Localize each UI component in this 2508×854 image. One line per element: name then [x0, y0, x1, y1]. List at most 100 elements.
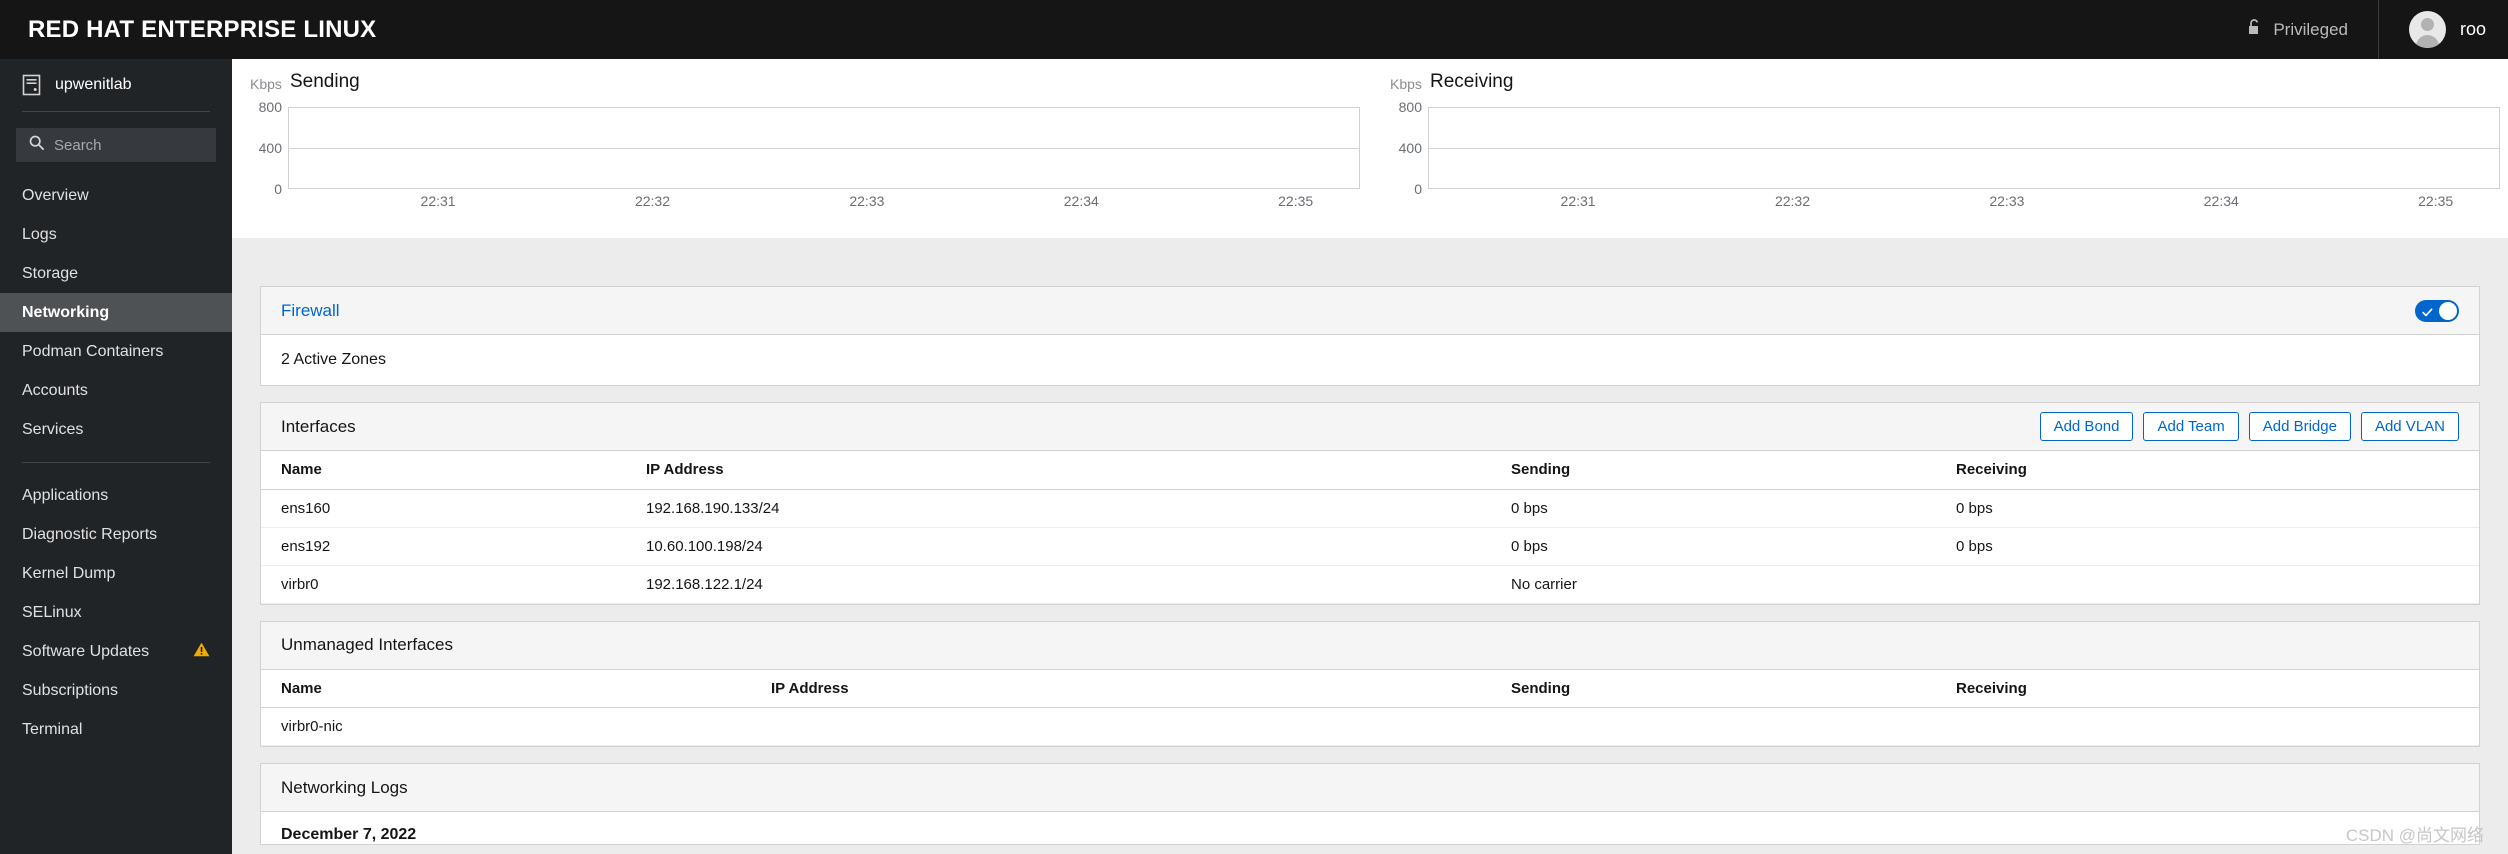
user-name-label: roo — [2459, 19, 2486, 39]
chart-title: Receiving — [1430, 71, 1514, 92]
column-header-ip: IP Address — [626, 451, 1491, 490]
x-tick-label: 22:32 — [1774, 193, 1810, 209]
interface-ip — [751, 707, 1491, 746]
sidebar-item-label: Terminal — [22, 720, 83, 738]
networking-logs-card: Networking Logs December 7, 2022 — [260, 763, 2480, 845]
y-tick-label: 400 — [1398, 140, 1422, 156]
firewall-toggle[interactable] — [2415, 299, 2459, 322]
sidebar-item-overview[interactable]: Overview — [0, 176, 232, 215]
y-tick-label: 0 — [1414, 181, 1422, 197]
unmanaged-card-header: Unmanaged Interfaces — [261, 621, 2479, 670]
networking-logs-title: Networking Logs — [281, 777, 408, 797]
host-name-label: upwenitlab — [55, 76, 132, 93]
interface-name: virbr0-nic — [261, 707, 751, 746]
table-row[interactable]: virbr0 192.168.122.1/24 No carrier — [261, 565, 2479, 604]
interface-sending — [1491, 707, 1936, 746]
chart-gridline — [1429, 148, 2499, 149]
sidebar-item-label: Subscriptions — [22, 681, 119, 699]
interface-name: ens160 — [261, 489, 626, 528]
sidebar-item-label: Kernel Dump — [22, 564, 116, 582]
main-content: Kbps Sending 800 400 0 22:31 22:32 22:33… — [232, 59, 2508, 854]
column-header-receiving: Receiving — [1936, 451, 2479, 490]
interface-receiving: 0 bps — [1936, 527, 2479, 566]
unlock-icon — [2247, 18, 2262, 41]
add-bridge-button[interactable]: Add Bridge — [2248, 412, 2351, 441]
sidebar-item-podman-containers[interactable]: Podman Containers — [0, 332, 232, 371]
add-team-button[interactable]: Add Team — [2143, 412, 2239, 441]
table-header-row: Name IP Address Sending Receiving — [261, 451, 2479, 490]
firewall-status: 2 Active Zones — [281, 351, 386, 368]
table-row[interactable]: virbr0-nic — [261, 707, 2479, 746]
firewall-card-header: Firewall — [261, 287, 2479, 335]
table-row[interactable]: ens160 192.168.190.133/24 0 bps 0 bps — [261, 489, 2479, 528]
y-tick-label: 800 — [1398, 99, 1422, 115]
sidebar-item-subscriptions[interactable]: Subscriptions — [0, 671, 232, 710]
sidebar-item-kernel-dump[interactable]: Kernel Dump — [0, 554, 232, 593]
sidebar-item-label: Networking — [22, 303, 110, 321]
log-entry-date: December 7, 2022 — [281, 826, 417, 843]
x-tick-label: 22:35 — [1278, 193, 1314, 209]
search-box[interactable] — [16, 128, 216, 162]
chart-title: Sending — [290, 71, 360, 92]
chart-y-axis: 800 400 0 — [232, 99, 282, 197]
interface-ip: 192.168.122.1/24 — [626, 565, 1491, 604]
nav-group-primary: Overview Logs Storage Networking Podman … — [0, 176, 232, 449]
user-menu[interactable]: roo — [2379, 0, 2508, 59]
sidebar-item-diagnostic-reports[interactable]: Diagnostic Reports — [0, 515, 232, 554]
sidebar-item-applications[interactable]: Applications — [0, 476, 232, 515]
interface-ip: 10.60.100.198/24 — [626, 527, 1491, 566]
x-tick-label: 22:33 — [1989, 193, 2025, 209]
x-tick-label: 22:31 — [1560, 193, 1596, 209]
host-selector[interactable]: upwenitlab — [0, 59, 232, 111]
interfaces-card-header: Interfaces Add Bond Add Team Add Bridge … — [261, 403, 2479, 451]
interface-receiving: 0 bps — [1936, 489, 2479, 528]
table-row[interactable]: ens192 10.60.100.198/24 0 bps 0 bps — [261, 527, 2479, 566]
sidebar-item-services[interactable]: Services — [0, 410, 232, 449]
sidebar-item-logs[interactable]: Logs — [0, 215, 232, 254]
interface-receiving — [1936, 707, 2479, 746]
check-icon — [2422, 305, 2433, 316]
interfaces-actions: Add Bond Add Team Add Bridge Add VLAN — [2039, 412, 2459, 441]
networking-logs-header: Networking Logs — [261, 764, 2479, 812]
column-header-name: Name — [261, 451, 626, 490]
column-header-sending: Sending — [1491, 451, 1936, 490]
sidebar-item-accounts[interactable]: Accounts — [0, 371, 232, 410]
sidebar-item-selinux[interactable]: SELinux — [0, 593, 232, 632]
network-charts: Kbps Sending 800 400 0 22:31 22:32 22:33… — [232, 59, 2508, 238]
chart-x-axis: 22:31 22:32 22:33 22:34 22:35 — [288, 193, 1360, 213]
interface-sending: 0 bps — [1491, 527, 1936, 566]
interfaces-table: Name IP Address Sending Receiving ens160… — [261, 451, 2479, 604]
sidebar-item-label: Podman Containers — [22, 342, 164, 360]
watermark: CSDN @尚文网络 — [2345, 826, 2484, 845]
interfaces-title: Interfaces — [281, 416, 356, 436]
nav-group-secondary: Applications Diagnostic Reports Kernel D… — [0, 476, 232, 749]
interface-name: ens192 — [261, 527, 626, 566]
sidebar-item-storage[interactable]: Storage — [0, 254, 232, 293]
search-input[interactable] — [54, 136, 203, 154]
firewall-link[interactable]: Firewall — [281, 301, 340, 321]
sidebar-item-label: Overview — [22, 186, 89, 204]
sidebar-item-software-updates[interactable]: Software Updates — [0, 632, 232, 671]
privileged-label: Privileged — [2273, 19, 2348, 39]
privileged-indicator[interactable]: Privileged — [2217, 0, 2378, 59]
x-tick-label: 22:31 — [420, 193, 456, 209]
column-header-receiving: Receiving — [1936, 669, 2479, 708]
brand-title: RED HAT ENTERPRISE LINUX — [28, 15, 377, 43]
x-tick-label: 22:33 — [849, 193, 885, 209]
search-icon — [29, 135, 44, 155]
chart-y-unit: Kbps — [250, 76, 282, 92]
sidebar-item-label: Storage — [22, 264, 79, 282]
add-bond-button[interactable]: Add Bond — [2039, 412, 2134, 441]
chart-receiving: Kbps Receiving 800 400 0 22:31 22:32 22:… — [1372, 59, 2508, 238]
sidebar-item-label: Applications — [22, 486, 109, 504]
column-header-ip: IP Address — [751, 669, 1491, 708]
add-vlan-button[interactable]: Add VLAN — [2360, 412, 2459, 441]
interface-name: virbr0 — [261, 565, 626, 604]
sidebar-item-networking[interactable]: Networking — [0, 293, 232, 332]
sidebar-item-label: Services — [22, 420, 84, 438]
chart-plot-area — [1428, 107, 2500, 189]
masthead-right-group: Privileged roo — [2217, 0, 2508, 59]
sidebar-item-label: Logs — [22, 225, 57, 243]
interface-sending: 0 bps — [1491, 489, 1936, 528]
sidebar-item-terminal[interactable]: Terminal — [0, 710, 232, 749]
